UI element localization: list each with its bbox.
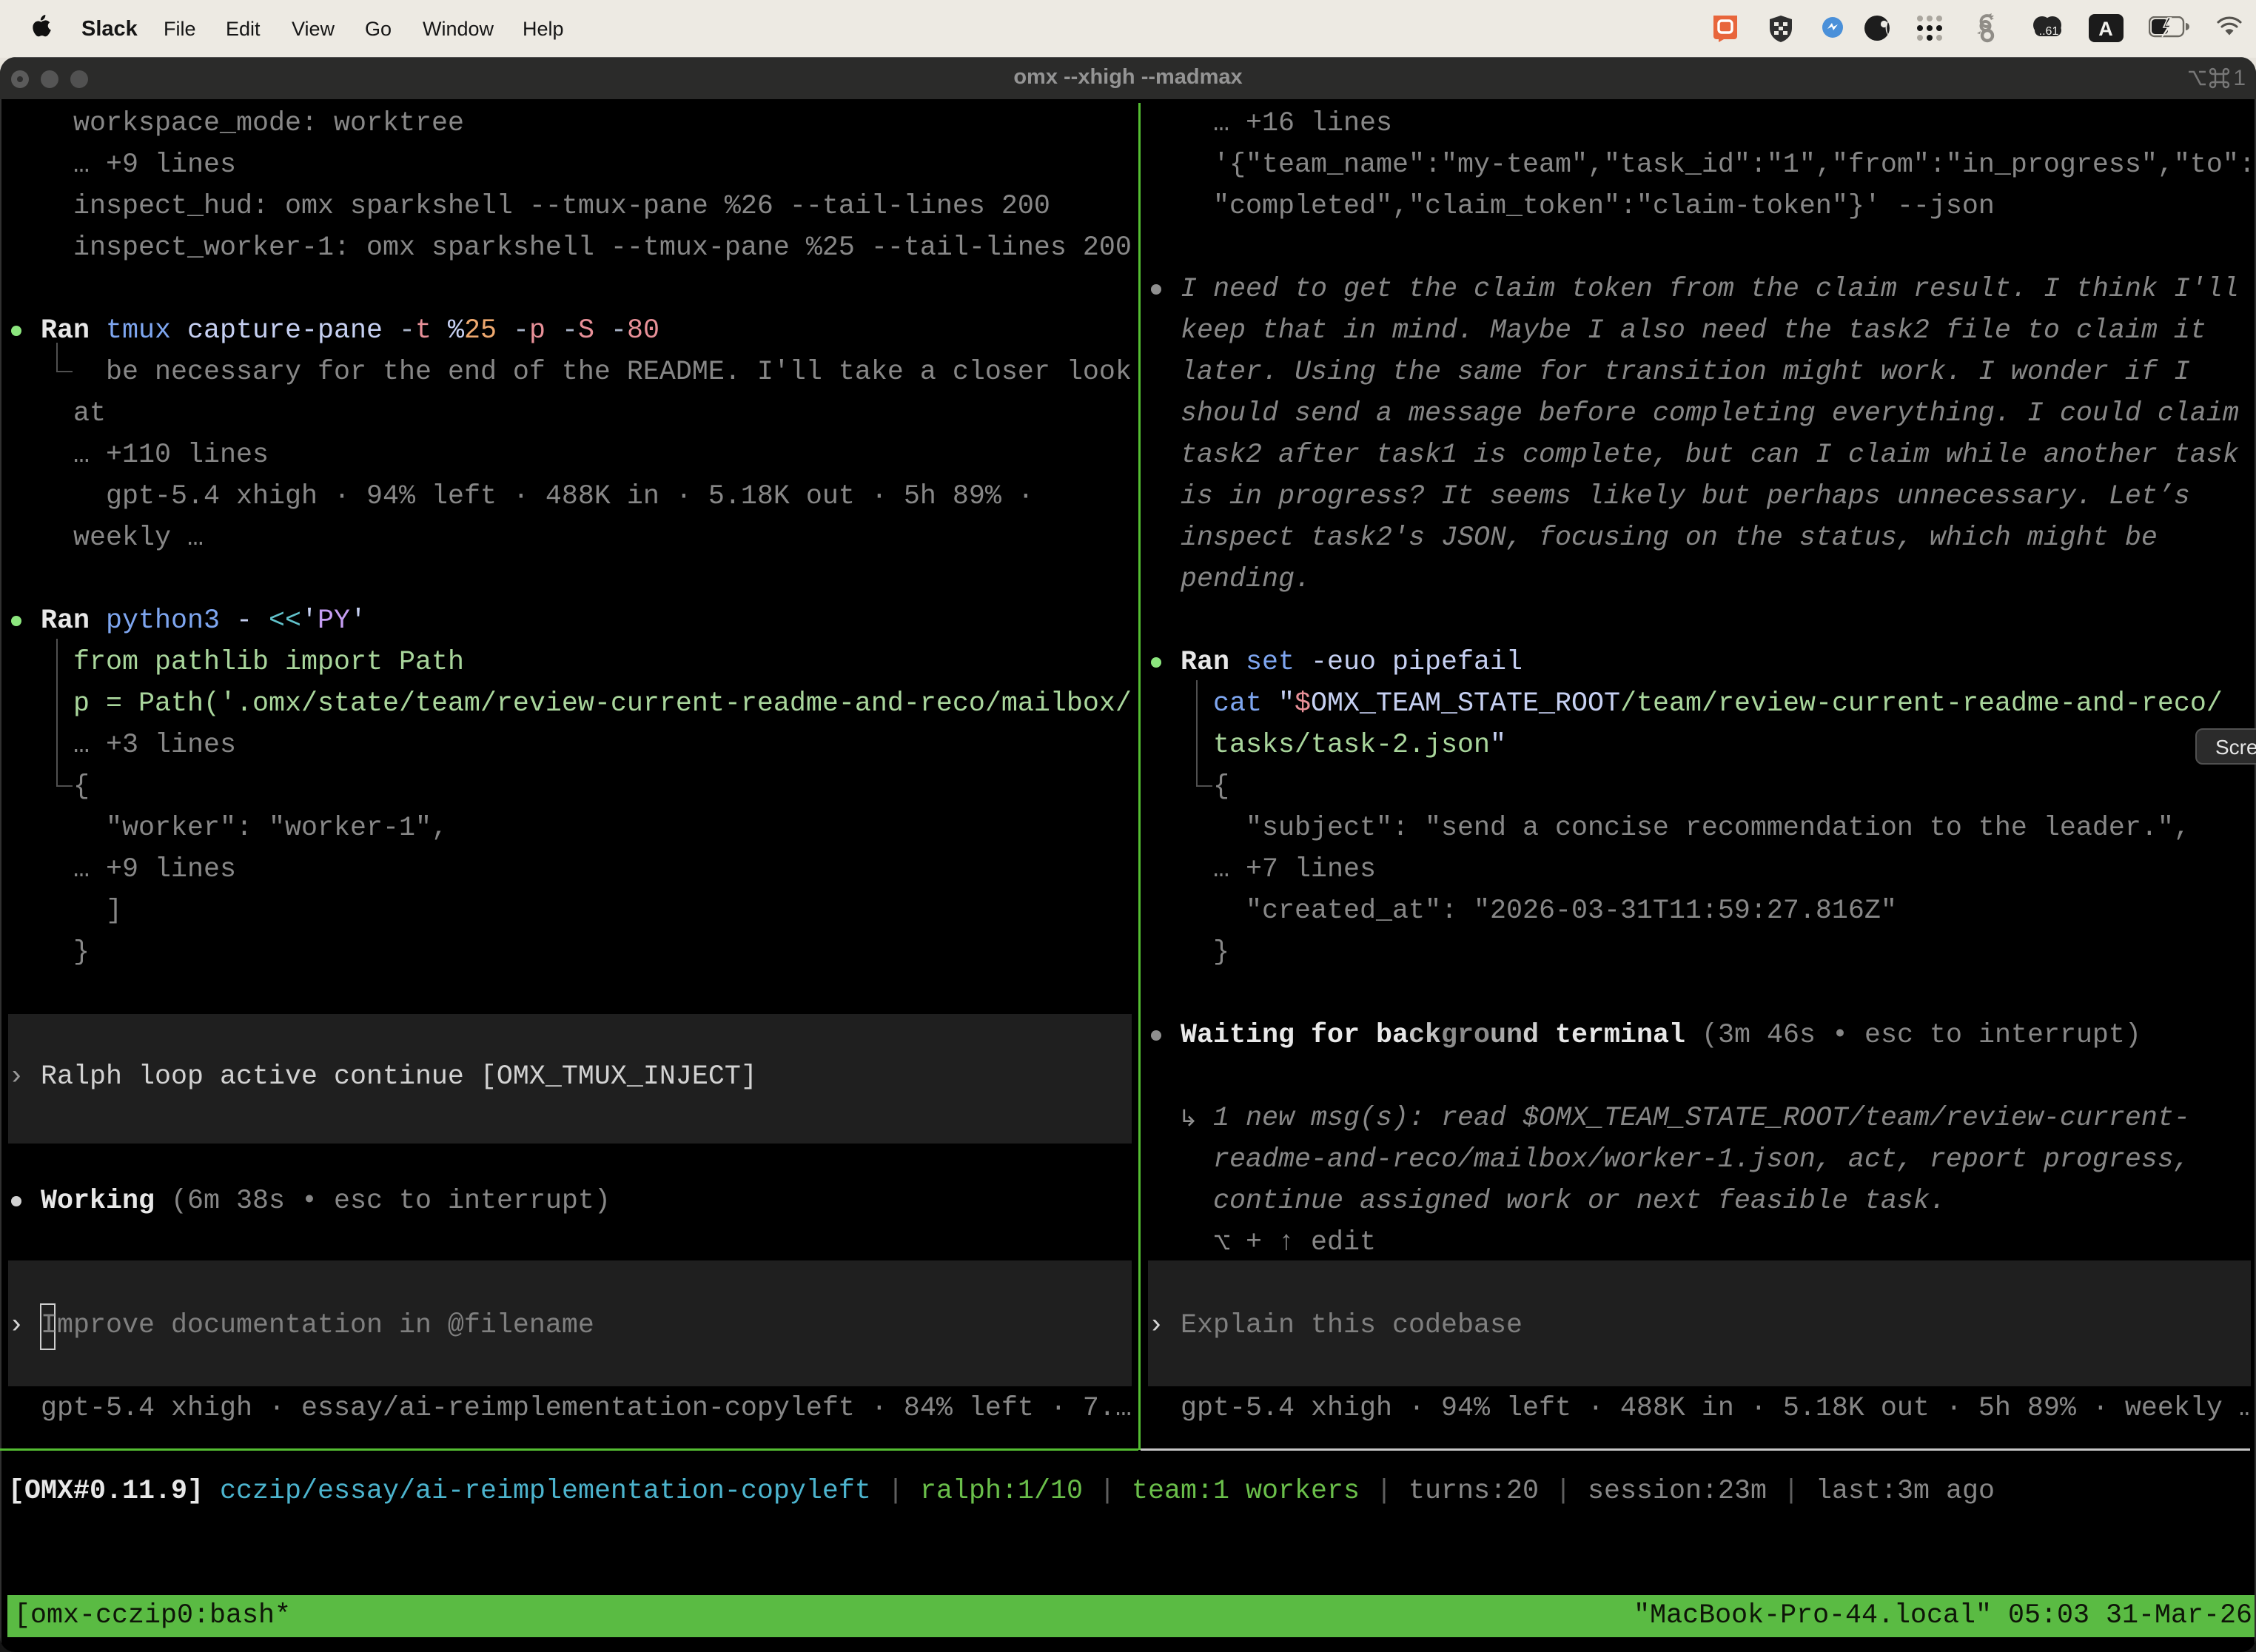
svg-text:..61: ..61	[2039, 25, 2059, 38]
svg-text:A: A	[2098, 18, 2113, 40]
